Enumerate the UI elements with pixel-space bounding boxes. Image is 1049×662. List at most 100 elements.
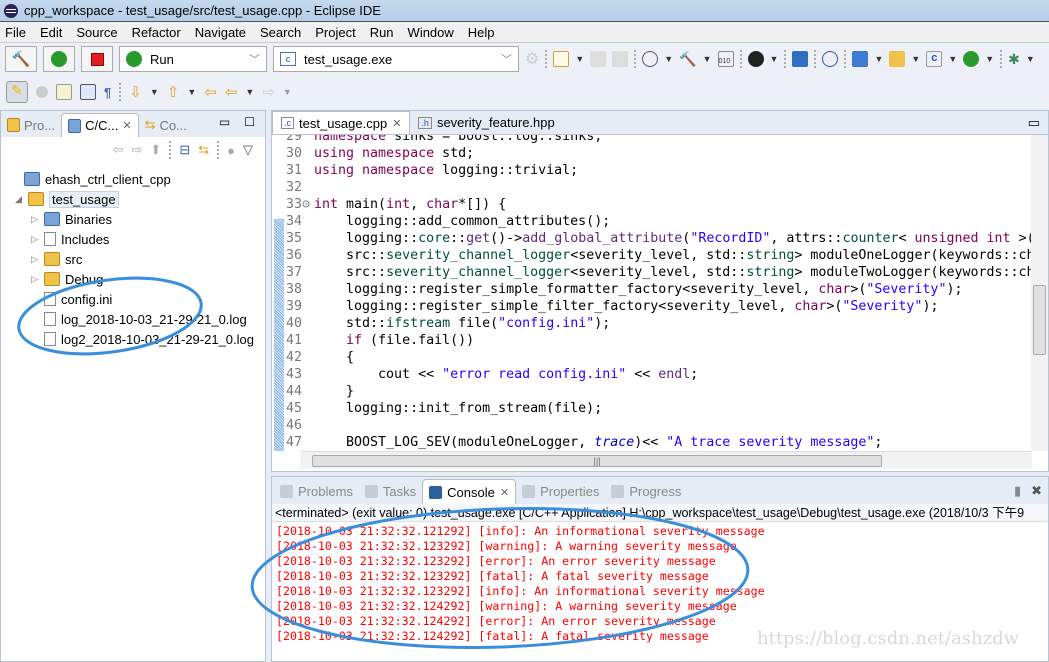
skip-breakpoints-icon[interactable] (822, 51, 839, 67)
menu-window[interactable]: Window (408, 25, 454, 40)
gear-icon[interactable]: ⚙ (525, 49, 539, 69)
new-c-project-icon[interactable] (852, 51, 869, 67)
dropdown-arrow-icon[interactable]: ▼ (1026, 54, 1035, 64)
binary-file-icon[interactable]: 010 (717, 51, 734, 67)
tab-test-usage-cpp[interactable]: .c test_usage.cpp ✕ (272, 111, 411, 134)
scroll-thumb[interactable] (1033, 285, 1046, 355)
debug-bug-icon[interactable]: ✱ (1008, 51, 1020, 68)
close-icon[interactable]: ✕ (122, 119, 131, 132)
build-button[interactable]: 🔨 (5, 46, 37, 72)
tab-tasks[interactable]: Tasks (359, 479, 422, 504)
menu-project[interactable]: Project (315, 25, 355, 40)
dropdown-arrow-icon[interactable]: ▼ (664, 54, 673, 64)
save-all-icon[interactable] (612, 51, 629, 67)
filter-icon[interactable]: ● (227, 143, 235, 158)
next-annotation-icon[interactable]: ⇩ (129, 83, 142, 101)
dropdown-arrow-icon[interactable]: ▼ (985, 54, 994, 64)
menu-refactor[interactable]: Refactor (132, 25, 181, 40)
close-icon[interactable]: ✕ (500, 486, 509, 499)
tab-c-cpp-projects[interactable]: C/C... ✕ (61, 113, 139, 137)
code-line: 42 { (272, 349, 1032, 366)
twisty-collapsed-icon[interactable]: ▷ (31, 234, 39, 245)
dropdown-arrow-icon[interactable]: ▼ (245, 87, 254, 97)
close-icon[interactable]: ✕ (392, 117, 401, 130)
launch-config-select[interactable]: c test_usage.exe ﹀ (273, 46, 519, 72)
scroll-thumb[interactable]: ||| (312, 455, 882, 467)
block-selection-icon[interactable] (80, 84, 96, 100)
dropdown-arrow-icon[interactable]: ▼ (948, 54, 957, 64)
link-editor-icon[interactable]: ⇆ (198, 142, 209, 158)
launch-button[interactable] (43, 46, 75, 72)
dropdown-arrow-icon[interactable]: ▼ (150, 87, 159, 97)
twisty-collapsed-icon[interactable]: ▷ (31, 254, 39, 265)
back-icon[interactable]: ⇦ (225, 83, 238, 101)
minimize-icon[interactable]: ▭ (1028, 115, 1040, 131)
toggle-source-icon[interactable] (56, 84, 72, 100)
dropdown-arrow-icon[interactable]: ▼ (703, 54, 712, 64)
view-menu-icon[interactable]: ▽ (243, 142, 253, 158)
minimize-icon[interactable]: ▭ (219, 115, 230, 129)
save-icon[interactable] (590, 51, 607, 67)
tree-item[interactable]: ▷ Binaries (31, 209, 112, 229)
tab-properties[interactable]: Properties (516, 479, 605, 504)
launch-mode-select[interactable]: Run ﹀ (119, 46, 267, 72)
tab-project-explorer[interactable]: Pro... (1, 113, 61, 137)
menu-navigate[interactable]: Navigate (195, 25, 246, 40)
tab-progress[interactable]: Progress (605, 479, 687, 504)
tab-problems[interactable]: Problems (274, 479, 359, 504)
hammer-icon[interactable]: 🔨 (679, 51, 696, 68)
new-class-icon[interactable] (963, 51, 980, 67)
menu-help[interactable]: Help (468, 25, 495, 40)
tree-item[interactable]: ▷ Includes (31, 229, 109, 249)
last-edit-location-icon[interactable]: ⇦ (204, 83, 217, 101)
menu-source[interactable]: Source (76, 25, 117, 40)
console-output[interactable]: [2018-10-03 21:32:32.121292] [info]: An … (272, 522, 1048, 644)
menu-run[interactable]: Run (370, 25, 394, 40)
tree-item[interactable]: config.ini (31, 289, 112, 309)
tree-item[interactable]: ◢ test_usage (15, 189, 119, 209)
tree-item[interactable]: ▷ Debug (31, 269, 103, 289)
new-window-icon[interactable] (553, 51, 570, 67)
tab-console[interactable]: Console ✕ (422, 479, 517, 504)
forward-icon[interactable]: ⇨ (262, 83, 275, 101)
forward-icon[interactable]: ⇨ (132, 142, 143, 158)
user-icon[interactable] (747, 51, 764, 67)
up-icon[interactable]: ⬆ (150, 142, 161, 158)
menu-file[interactable]: File (5, 25, 26, 40)
previous-annotation-icon[interactable]: ⇧ (167, 83, 180, 101)
dropdown-arrow-icon[interactable]: ▼ (187, 87, 196, 97)
twisty-collapsed-icon[interactable]: ▷ (31, 274, 39, 285)
code-area[interactable]: 29 namespace sinks = boost::log::sinks; 30… (272, 135, 1032, 451)
back-icon[interactable]: ⇦ (113, 142, 124, 158)
vertical-scrollbar[interactable] (1031, 135, 1048, 451)
terminal-icon[interactable] (792, 51, 809, 67)
show-whitespace-icon[interactable]: ¶ (104, 85, 111, 100)
toggle-highlight-icon[interactable] (36, 86, 48, 98)
twisty-expanded-icon[interactable]: ◢ (15, 194, 23, 205)
minimize-icon[interactable]: ▮ (1014, 483, 1021, 499)
collapse-all-icon[interactable]: ⊟ (179, 142, 190, 158)
tree-item[interactable]: log_2018-10-03_21-29-21_0.log (31, 309, 247, 329)
dropdown-arrow-icon[interactable]: ▼ (283, 87, 292, 97)
dropdown-arrow-icon[interactable]: ▼ (911, 54, 920, 64)
horizontal-scrollbar[interactable]: ||| (300, 451, 1032, 469)
left-panel-tabs: Pro... C/C... ✕ ⇆ Co... ▭ ☐ (1, 111, 265, 137)
dropdown-arrow-icon[interactable]: ▼ (874, 54, 883, 64)
new-c-file-icon[interactable]: c (926, 51, 943, 67)
new-source-folder-icon[interactable] (889, 51, 906, 67)
tab-console-view[interactable]: ⇆ Co... (139, 113, 193, 137)
tree-item[interactable]: ehash_ctrl_client_cpp (15, 169, 171, 189)
mark-occurrences-icon[interactable]: ✎ (6, 81, 28, 103)
dropdown-arrow-icon[interactable]: ▼ (770, 54, 779, 64)
stop-button[interactable] (81, 46, 113, 72)
close-view-icon[interactable]: ✖ (1031, 483, 1042, 499)
target-icon[interactable] (642, 51, 659, 67)
tree-item[interactable]: log2_2018-10-03_21-29-21_0.log (31, 329, 254, 349)
twisty-collapsed-icon[interactable]: ▷ (31, 214, 39, 225)
maximize-icon[interactable]: ☐ (244, 115, 255, 129)
menu-search[interactable]: Search (260, 25, 301, 40)
menu-edit[interactable]: Edit (40, 25, 62, 40)
tab-severity-feature-hpp[interactable]: .h severity_feature.hpp (410, 111, 562, 134)
dropdown-arrow-icon[interactable]: ▼ (575, 54, 584, 64)
tree-item[interactable]: ▷ src (31, 249, 82, 269)
